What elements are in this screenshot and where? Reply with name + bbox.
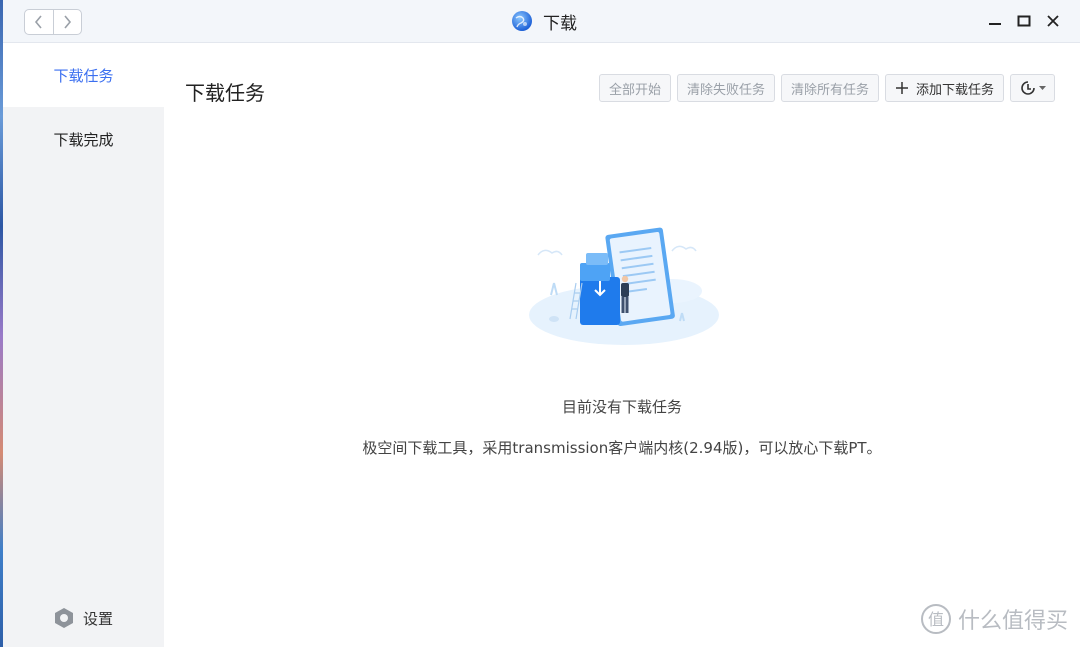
close-icon — [1047, 15, 1059, 27]
speed-limit-icon — [1021, 81, 1035, 95]
clear-failed-button[interactable]: 清除失败任务 — [677, 74, 776, 102]
sidebar-item-downloading[interactable]: 下载任务 — [3, 43, 164, 107]
plus-icon — [896, 82, 909, 94]
globe-app-icon — [512, 11, 532, 31]
maximize-button[interactable] — [1014, 11, 1034, 31]
sidebar: 下载任务 下载完成 设置 — [3, 43, 164, 647]
caret-down-icon — [1039, 85, 1047, 90]
sidebar-item-label: 下载完成 — [53, 130, 114, 149]
watermark-badge-icon: 值 — [920, 604, 951, 634]
page-title: 下载任务 — [185, 81, 265, 105]
title-bar: 下载 — [3, 0, 1080, 43]
watermark: 值 什么值得买 — [920, 603, 1068, 635]
sidebar-item-label: 下载任务 — [53, 66, 114, 85]
window-title: 下载 — [511, 8, 577, 34]
clear-all-button[interactable]: 清除所有任务 — [781, 74, 880, 102]
main-content: 下载任务 全部开始 清除失败任务 清除所有任务 添加下载任务 目前没有下载任务 … — [164, 43, 1080, 647]
empty-state-title: 目前没有下载任务 — [561, 398, 682, 416]
back-button[interactable] — [25, 10, 53, 34]
add-task-button[interactable]: 添加下载任务 — [885, 74, 1005, 102]
chevron-right-icon — [64, 15, 72, 29]
empty-state-description: 极空间下载工具，采用transmission客户端内核(2.94版)，可以放心下… — [362, 439, 882, 457]
minimize-icon — [989, 23, 1001, 25]
add-task-label: 添加下载任务 — [916, 82, 995, 98]
history-nav — [24, 9, 82, 35]
watermark-badge-text: 值 — [928, 610, 944, 629]
speed-limit-menu-button[interactable] — [1010, 74, 1056, 102]
maximize-icon — [1017, 15, 1031, 27]
minimize-button[interactable] — [985, 11, 1005, 31]
empty-state-illustration — [529, 227, 719, 345]
start-all-button[interactable]: 全部开始 — [599, 74, 672, 102]
sidebar-item-completed[interactable]: 下载完成 — [3, 107, 164, 171]
settings-label: 设置 — [83, 609, 114, 628]
chevron-left-icon — [34, 15, 42, 29]
close-button[interactable] — [1043, 11, 1063, 31]
settings-gear-icon — [55, 608, 73, 628]
toolbar: 全部开始 清除失败任务 清除所有任务 添加下载任务 — [599, 74, 1056, 102]
settings-button[interactable]: 设置 — [53, 607, 113, 629]
watermark-text: 什么值得买 — [957, 609, 1068, 634]
window-title-text: 下载 — [543, 13, 577, 34]
forward-button[interactable] — [52, 10, 82, 34]
